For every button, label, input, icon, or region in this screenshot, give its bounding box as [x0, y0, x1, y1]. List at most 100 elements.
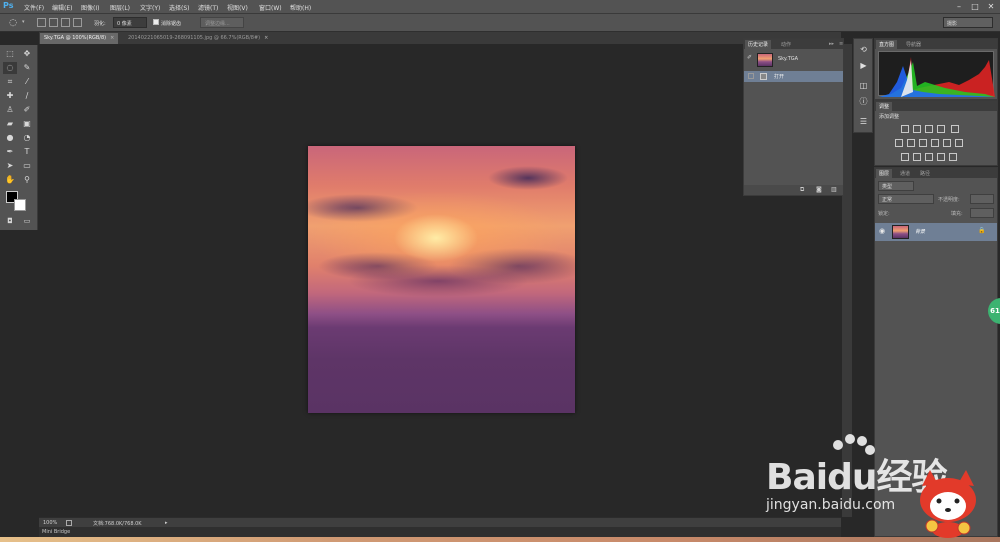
healing-icon[interactable]: ✚	[3, 90, 17, 102]
close-button[interactable]: ✕	[984, 2, 998, 12]
invert-icon[interactable]	[901, 153, 909, 161]
visibility-eye-icon[interactable]: ◉	[879, 227, 885, 235]
tab-paths[interactable]: 路径	[917, 169, 933, 178]
threshold-icon[interactable]	[925, 153, 933, 161]
menu-view[interactable]: 视图(V)	[227, 3, 248, 12]
tab-history[interactable]: 历史记录	[745, 40, 772, 49]
shape-icon[interactable]: ▭	[20, 160, 34, 172]
maximize-button[interactable]: □	[968, 2, 982, 12]
layer-row-background[interactable]: ◉ 背景 🔒	[875, 223, 997, 241]
menu-help[interactable]: 帮助(H)	[290, 3, 311, 12]
brightness-icon[interactable]	[901, 125, 909, 133]
tool-preset-arrow-icon[interactable]: ▾	[22, 19, 25, 25]
properties-icon[interactable]: ☰	[858, 117, 869, 127]
quick-mask-icon[interactable]: ◘	[3, 215, 17, 227]
tab-channels[interactable]: 通道	[897, 169, 913, 178]
menu-file[interactable]: 文件(F)	[24, 3, 44, 12]
channel-mixer-icon[interactable]	[943, 139, 951, 147]
workspace-select[interactable]: 摄影	[943, 17, 993, 28]
lasso-icon[interactable]: ◌	[6, 17, 20, 29]
tab-jpg[interactable]: 20140221065019-268091105.jpg @ 66.7%(RGB…	[124, 33, 272, 44]
add-selection-icon[interactable]	[49, 18, 58, 27]
background-color-swatch[interactable]	[14, 199, 26, 211]
sky-image[interactable]	[308, 146, 575, 413]
curves-icon[interactable]	[925, 125, 933, 133]
status-arrow-icon[interactable]: ▸	[165, 520, 168, 526]
stamp-icon[interactable]: ♙	[3, 104, 17, 116]
vibrance-icon[interactable]	[951, 125, 959, 133]
hand-icon[interactable]: ✋	[3, 174, 17, 186]
history-step[interactable]: 打开	[744, 71, 843, 82]
mini-bridge-bar[interactable]: Mini Bridge	[39, 527, 841, 537]
dodge-icon[interactable]: ◔	[20, 132, 34, 144]
gradient-map-icon[interactable]	[937, 153, 945, 161]
exposure-icon[interactable]	[937, 125, 945, 133]
photo-filter-icon[interactable]	[931, 139, 939, 147]
zoom-icon[interactable]: ⚲	[20, 174, 34, 186]
new-selection-icon[interactable]	[37, 18, 46, 27]
close-icon[interactable]: ×	[110, 35, 114, 41]
fill-input[interactable]	[970, 208, 994, 218]
eyedropper-icon[interactable]: ⁄	[20, 76, 34, 88]
menu-window[interactable]: 窗口(W)	[259, 3, 282, 12]
brush-icon[interactable]: ∕	[20, 90, 34, 102]
black-white-icon[interactable]	[919, 139, 927, 147]
opacity-input[interactable]	[970, 194, 994, 204]
type-icon[interactable]: T	[20, 146, 34, 158]
tab-actions[interactable]: 动作	[778, 40, 794, 49]
move-icon[interactable]: ✥	[20, 48, 34, 60]
menu-edit[interactable]: 编辑(E)	[52, 3, 72, 12]
quick-select-icon[interactable]: ✎	[20, 62, 34, 74]
history-brush-icon[interactable]: ✐	[20, 104, 34, 116]
close-icon[interactable]: ×	[264, 35, 268, 41]
marquee-icon[interactable]: ⬚	[3, 48, 17, 60]
blur-icon[interactable]: ●	[3, 132, 17, 144]
levels-icon[interactable]	[913, 125, 921, 133]
color-lookup-icon[interactable]	[955, 139, 963, 147]
layer-name[interactable]: 背景	[915, 228, 925, 235]
actions-play-icon[interactable]: ▶	[858, 61, 869, 71]
tab-sky-tga[interactable]: Sky.TGA @ 100%(RGB/8) ×	[40, 33, 119, 44]
layer-kind-filter[interactable]: 类型	[878, 181, 914, 191]
posterize-icon[interactable]	[913, 153, 921, 161]
tab-navigator[interactable]: 导航器	[903, 40, 924, 49]
brush-source-icon[interactable]: ✐	[747, 54, 752, 61]
info-icon[interactable]: ⓘ	[858, 97, 869, 107]
minimize-button[interactable]: –	[952, 2, 966, 12]
trash-icon[interactable]: ▥	[831, 186, 837, 193]
tab-layers[interactable]: 图层	[876, 169, 893, 178]
subtract-selection-icon[interactable]	[61, 18, 70, 27]
step-checkbox[interactable]	[748, 73, 754, 79]
tab-adjustments[interactable]: 调整	[876, 102, 893, 111]
history-panel-icon[interactable]: ⟲	[858, 45, 869, 55]
status-icon[interactable]	[66, 520, 72, 526]
eraser-icon[interactable]: ▰	[3, 118, 17, 130]
color-balance-icon[interactable]	[907, 139, 915, 147]
intersect-selection-icon[interactable]	[73, 18, 82, 27]
menu-select[interactable]: 选择(S)	[169, 3, 190, 12]
screen-mode-icon[interactable]: ▭	[20, 215, 34, 227]
path-select-icon[interactable]: ➤	[3, 160, 17, 172]
mini-bridge-label[interactable]: Mini Bridge	[42, 529, 70, 535]
feather-input[interactable]: 0 像素	[113, 17, 147, 28]
new-doc-from-state-icon[interactable]: ⧉	[800, 186, 804, 194]
gradient-icon[interactable]: ▣	[20, 118, 34, 130]
pen-icon[interactable]: ✒	[3, 146, 17, 158]
menu-type[interactable]: 文字(Y)	[140, 3, 160, 12]
antialias-checkbox[interactable]	[153, 19, 159, 25]
panel-menu-icon[interactable]: ≡	[836, 40, 846, 49]
blend-mode-select[interactable]: 正常	[878, 194, 934, 204]
crop-icon[interactable]: ⌗	[3, 76, 17, 88]
menu-layer[interactable]: 图层(L)	[110, 3, 130, 12]
selective-color-icon[interactable]	[949, 153, 957, 161]
zoom-level[interactable]: 100%	[43, 520, 57, 526]
lasso-tool-icon[interactable]: ◌	[3, 62, 17, 74]
swatches-icon[interactable]: ◫	[858, 81, 869, 91]
refine-edge-button[interactable]: 调整边缘...	[200, 17, 244, 28]
snapshot-camera-icon[interactable]: ◙	[816, 186, 822, 193]
menu-filter[interactable]: 滤镜(T)	[198, 3, 218, 12]
tab-histogram[interactable]: 直方图	[876, 40, 898, 49]
menu-image[interactable]: 图像(I)	[81, 3, 99, 12]
hue-sat-icon[interactable]	[895, 139, 903, 147]
history-snapshot[interactable]: ✐ Sky.TGA	[744, 51, 843, 69]
